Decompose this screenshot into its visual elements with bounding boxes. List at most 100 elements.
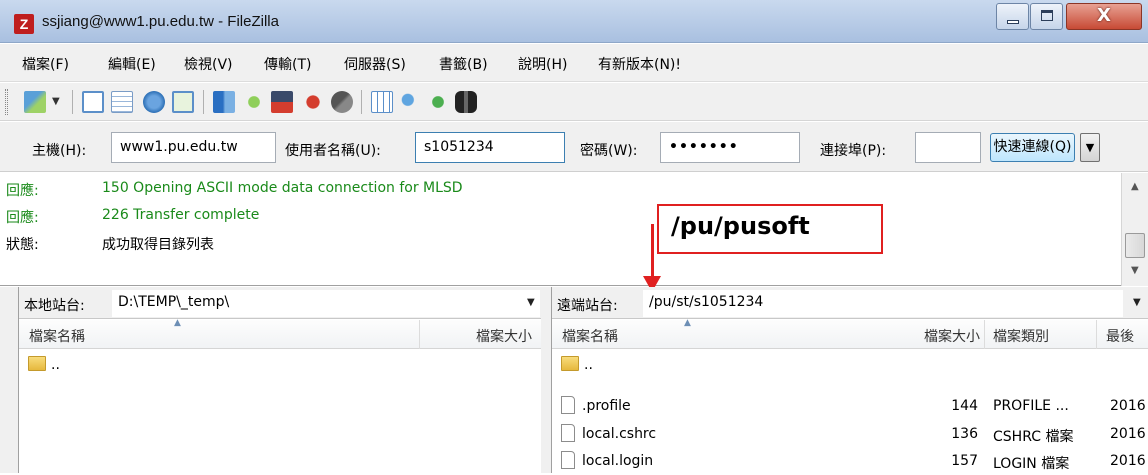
log-message: 成功取得目錄列表 — [102, 237, 214, 253]
title-bar: Z ssjiang@www1.pu.edu.tw - FileZilla X — [0, 0, 1148, 43]
local-path-dropdown-icon[interactable]: ▼ — [527, 297, 535, 308]
menu-new-version[interactable]: 有新版本(N)! — [598, 54, 681, 74]
quickconnect-button[interactable]: 快速連線(Q) — [990, 133, 1075, 162]
column-divider[interactable] — [984, 320, 985, 349]
port-input[interactable] — [915, 132, 981, 163]
message-log-toggle-icon[interactable] — [82, 91, 104, 113]
log-label: 狀態: — [6, 237, 39, 253]
password-input[interactable]: ••••••• — [660, 132, 800, 163]
file-size: 157 — [951, 453, 978, 469]
close-icon: X — [1097, 5, 1111, 26]
scroll-down-arrow-icon[interactable]: ▼ — [1131, 265, 1139, 276]
pane-splitter[interactable] — [541, 287, 551, 473]
toolbar-grip[interactable] — [5, 89, 8, 115]
file-icon — [561, 451, 575, 469]
file-name: .. — [51, 357, 60, 373]
list-item[interactable]: .. — [19, 351, 541, 379]
menu-help[interactable]: 說明(H) — [518, 54, 567, 74]
column-divider[interactable] — [419, 320, 420, 349]
list-item[interactable]: .profile 144 PROFILE ... 2016 — [552, 392, 1148, 420]
remote-column-header: 檔案名稱 ▲ 檔案大小 檔案類別 最後 — [552, 318, 1148, 349]
local-col-size[interactable]: 檔案大小 — [423, 326, 532, 346]
menu-transfer[interactable]: 傳輸(T) — [264, 54, 311, 74]
remote-col-size[interactable]: 檔案大小 — [872, 326, 980, 346]
log-label: 回應: — [6, 183, 39, 199]
menu-bar: 檔案(F) 編輯(E) 檢視(V) 傳輸(T) 伺服器(S) 書籤(B) 說明(… — [0, 44, 1148, 82]
column-divider[interactable] — [1096, 320, 1097, 349]
file-type: CSHRC 檔案 — [993, 429, 1074, 445]
process-queue-icon[interactable] — [243, 91, 265, 113]
quickconnect-bar: 主機(H): www1.pu.edu.tw 使用者名稱(U): s1051234… — [0, 122, 1148, 172]
directory-listing-filter-icon[interactable] — [371, 91, 393, 113]
file-modified: 2016 — [1110, 398, 1146, 414]
toolbar-separator — [203, 90, 204, 114]
menu-view[interactable]: 檢視(V) — [184, 54, 233, 74]
toolbar-separator — [361, 90, 362, 114]
sort-ascending-icon: ▲ — [684, 318, 691, 328]
remote-col-type[interactable]: 檔案類別 — [993, 326, 1049, 346]
list-item[interactable]: local.login 157 LOGIN 檔案 2016 — [552, 447, 1148, 475]
cancel-icon[interactable] — [271, 91, 293, 113]
scroll-thumb[interactable] — [1125, 233, 1145, 258]
menu-server[interactable]: 伺服器(S) — [344, 54, 406, 74]
file-size: 136 — [951, 426, 978, 442]
message-log: 回應: 150 Opening ASCII mode data connecti… — [0, 173, 1148, 286]
local-pane: 本地站台: D:\TEMP\_temp\ ▼ 檔案名稱 ▲ 檔案大小 .. — [18, 287, 541, 473]
reconnect-icon[interactable] — [331, 91, 353, 113]
local-site-bar: 本地站台: D:\TEMP\_temp\ ▼ — [19, 287, 541, 319]
list-item[interactable]: local.cshrc 136 CSHRC 檔案 2016 — [552, 420, 1148, 448]
site-manager-dropdown-icon[interactable]: ▼ — [52, 91, 64, 113]
scroll-up-arrow-icon[interactable]: ▲ — [1131, 181, 1139, 192]
file-name: local.cshrc — [582, 426, 657, 442]
remote-col-modified[interactable]: 最後 — [1106, 326, 1134, 346]
annotation-arrow-line — [651, 224, 654, 276]
disconnect-icon[interactable] — [302, 91, 324, 113]
list-item[interactable]: .. — [552, 351, 1148, 379]
toolbar-separator — [72, 90, 73, 114]
local-col-name[interactable]: 檔案名稱 — [29, 326, 85, 346]
maximize-icon — [1041, 10, 1053, 21]
host-label: 主機(H): — [32, 143, 87, 159]
close-button[interactable]: X — [1066, 3, 1142, 30]
remote-path-combo[interactable]: /pu/st/s1051234 — [643, 290, 1123, 317]
log-label: 回應: — [6, 210, 39, 226]
file-modified: 2016 — [1110, 453, 1146, 469]
menu-edit[interactable]: 編輯(E) — [108, 54, 156, 74]
local-tree-toggle-icon[interactable] — [111, 91, 133, 113]
menu-file[interactable]: 檔案(F) — [22, 54, 69, 74]
remote-tree-toggle-icon[interactable] — [143, 91, 165, 113]
password-label: 密碼(W): — [580, 143, 638, 159]
file-name: local.login — [582, 453, 654, 469]
left-margin — [0, 287, 18, 473]
file-name: .profile — [582, 398, 631, 414]
site-manager-icon[interactable] — [24, 91, 46, 113]
minimize-icon — [1007, 20, 1019, 24]
username-input[interactable]: s1051234 — [415, 132, 565, 163]
log-scrollbar[interactable]: ▲ ▼ — [1121, 173, 1148, 286]
host-input[interactable]: www1.pu.edu.tw — [111, 132, 276, 163]
folder-icon — [561, 356, 579, 371]
file-size: 144 — [951, 398, 978, 414]
maximize-button[interactable] — [1030, 3, 1063, 30]
remote-site-bar: 遠端站台: /pu/st/s1051234 ▼ — [552, 287, 1148, 319]
local-site-label: 本地站台: — [24, 298, 85, 314]
compare-icon[interactable] — [399, 91, 421, 113]
menu-bookmarks[interactable]: 書籤(B) — [439, 54, 488, 74]
refresh-icon[interactable] — [213, 91, 235, 113]
minimize-button[interactable] — [996, 3, 1029, 30]
file-name: .. — [584, 357, 593, 373]
file-modified: 2016 — [1110, 426, 1146, 442]
window-title: ssjiang@www1.pu.edu.tw - FileZilla — [42, 13, 279, 30]
sync-browse-icon[interactable] — [427, 91, 449, 113]
remote-path-dropdown-icon[interactable]: ▼ — [1133, 297, 1141, 308]
remote-col-name[interactable]: 檔案名稱 — [562, 326, 618, 346]
transfer-queue-toggle-icon[interactable] — [172, 91, 194, 113]
file-icon — [561, 424, 575, 442]
log-message: 150 Opening ASCII mode data connection f… — [102, 180, 463, 196]
toolbar: ▼ — [0, 83, 1148, 121]
local-path-combo[interactable]: D:\TEMP\_temp\ — [112, 290, 540, 317]
file-icon — [561, 396, 575, 414]
quickconnect-dropdown-icon[interactable]: ▼ — [1080, 133, 1100, 162]
search-icon[interactable] — [455, 91, 477, 113]
filezilla-app-icon: Z — [14, 14, 34, 34]
